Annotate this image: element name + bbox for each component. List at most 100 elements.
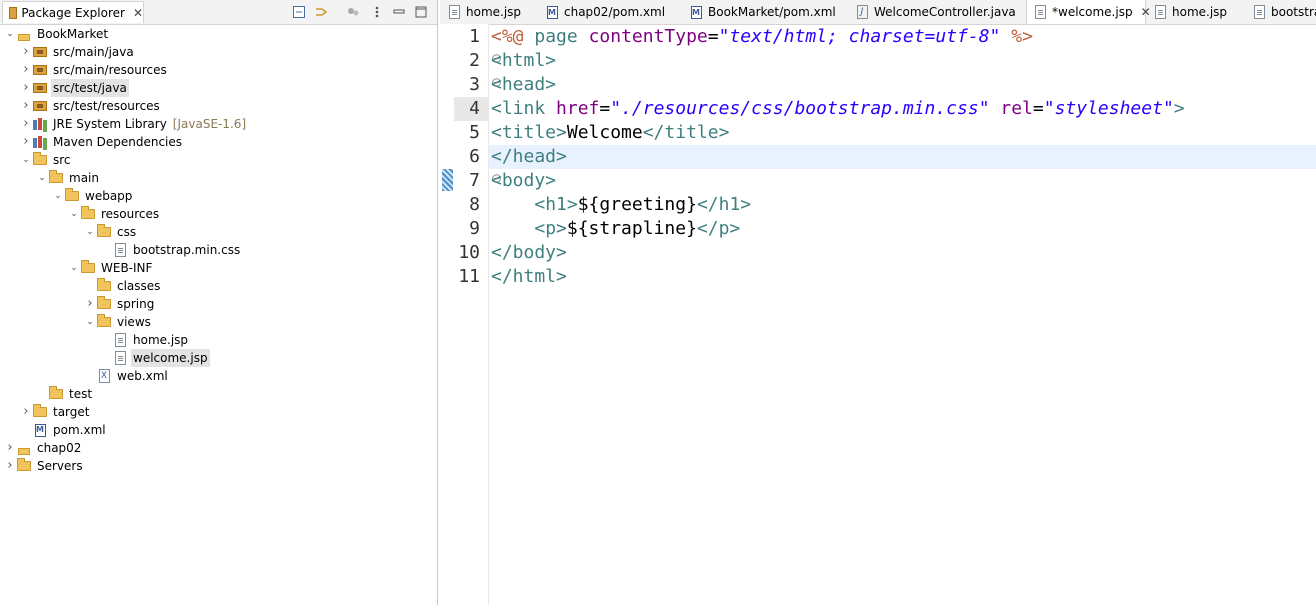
tree-item[interactable]: › JRE System Library [JavaSE-1.6] bbox=[20, 115, 246, 133]
code-line[interactable]: <%@ page contentType="text/html; charset… bbox=[489, 25, 1316, 49]
tree-item[interactable]: ⌄ WEB-INF bbox=[68, 259, 154, 277]
tree-item[interactable]: ⌄ webapp bbox=[52, 187, 134, 205]
code-line[interactable]: </head> bbox=[489, 145, 1316, 169]
chevron-right-icon[interactable]: › bbox=[20, 79, 32, 97]
chevron-right-icon[interactable]: › bbox=[20, 115, 32, 133]
editor-tab[interactable]: M BookMarket/pom.xml bbox=[682, 0, 848, 24]
editor-tab[interactable]: *welcome.jsp ✕ bbox=[1026, 0, 1151, 24]
chevron-right-icon[interactable]: › bbox=[4, 457, 16, 475]
code-token: <p> bbox=[534, 218, 567, 239]
editor-tab[interactable]: home.jsp bbox=[1146, 0, 1246, 24]
tree-item[interactable]: ⌄ main bbox=[36, 169, 101, 187]
tree-item[interactable]: › Maven Dependencies bbox=[20, 133, 184, 151]
tree-item[interactable]: Mpom.xml bbox=[20, 421, 108, 439]
package-explorer-tab[interactable]: Package Explorer ✕ bbox=[2, 1, 144, 23]
tree-item[interactable]: › chap02 bbox=[4, 439, 83, 457]
editor-tab[interactable]: Mchap02/pom.xml bbox=[538, 0, 682, 24]
tree-item[interactable]: ⌄ resources bbox=[68, 205, 161, 223]
chevron-down-icon[interactable]: ⌄ bbox=[36, 169, 48, 187]
chevron-right-icon[interactable]: › bbox=[4, 439, 16, 457]
tree-item-label: resources bbox=[101, 207, 160, 221]
code-line[interactable]: <body> bbox=[489, 169, 1316, 193]
tree-item[interactable]: classes bbox=[84, 277, 162, 295]
package-folder-icon bbox=[32, 80, 48, 96]
tree-item-label: target bbox=[53, 405, 90, 419]
code-token: <title> bbox=[491, 122, 567, 143]
tree-item-label: web.xml bbox=[117, 369, 168, 383]
maximize-icon[interactable] bbox=[413, 4, 429, 20]
code-token: page bbox=[534, 26, 578, 47]
tree-item[interactable]: ⌄ css bbox=[84, 223, 138, 241]
tree-item[interactable]: › src/test/java bbox=[20, 79, 129, 97]
tree-item[interactable]: › target bbox=[20, 403, 92, 421]
chevron-down-icon[interactable]: ⌄ bbox=[20, 151, 32, 169]
folder-icon bbox=[64, 188, 80, 204]
view-menu-icon[interactable] bbox=[369, 4, 385, 20]
chevron-down-icon[interactable]: ⌄ bbox=[84, 223, 96, 241]
editor-tab-label: chap02/pom.xml bbox=[564, 5, 666, 19]
chevron-right-icon[interactable]: › bbox=[20, 403, 32, 421]
chevron-right-icon[interactable]: › bbox=[20, 133, 32, 151]
line-number: 5 bbox=[469, 122, 480, 143]
folder-icon bbox=[96, 296, 112, 312]
tree-item-label: WEB-INF bbox=[101, 261, 153, 275]
code-line[interactable]: <h1>${greeting}</h1> bbox=[489, 193, 1316, 217]
tree-item[interactable]: › spring bbox=[84, 295, 156, 313]
folder-icon bbox=[32, 404, 48, 420]
package-folder-icon bbox=[32, 44, 48, 60]
tree-item[interactable]: › src/main/java bbox=[20, 43, 136, 61]
chevron-down-icon[interactable]: ⌄ bbox=[68, 259, 80, 277]
filter-icon[interactable] bbox=[345, 4, 361, 20]
chevron-down-icon[interactable]: ⌄ bbox=[52, 187, 64, 205]
editor-tab-label: BookMarket/pom.xml bbox=[708, 5, 836, 19]
collapse-all-icon[interactable] bbox=[291, 4, 307, 20]
line-number-gutter: 1 2 3 4 5 6 7 8 9 10 11 bbox=[454, 24, 501, 605]
chevron-right-icon[interactable]: › bbox=[20, 97, 32, 115]
tree-item[interactable]: ⌄ src bbox=[20, 151, 73, 169]
tree-item[interactable]: bootstrap.min.css bbox=[100, 241, 242, 259]
tree-item[interactable]: home.jsp bbox=[100, 331, 190, 349]
code-line[interactable]: </body> bbox=[489, 241, 1316, 265]
file-icon bbox=[112, 242, 128, 258]
minimize-icon[interactable] bbox=[391, 4, 407, 20]
chevron-down-icon[interactable]: ⌄ bbox=[84, 313, 96, 331]
tree-item[interactable]: ⌄ views bbox=[84, 313, 153, 331]
link-with-editor-icon[interactable] bbox=[313, 4, 329, 20]
code-text-area[interactable]: <%@ page contentType="text/html; charset… bbox=[489, 24, 1316, 605]
code-line[interactable]: <link href="./resources/css/bootstrap.mi… bbox=[489, 97, 1316, 121]
editor-tab[interactable]: J WelcomeController.java bbox=[848, 0, 1026, 24]
tree-item[interactable]: test bbox=[36, 385, 94, 403]
editor-tab[interactable]: bootstrap bbox=[1246, 0, 1316, 24]
tree-item[interactable]: › Servers bbox=[4, 457, 85, 475]
chevron-right-icon[interactable]: › bbox=[20, 43, 32, 61]
tree-item-label: webapp bbox=[85, 189, 133, 203]
code-line[interactable]: </html> bbox=[489, 265, 1316, 289]
code-line[interactable]: <head> bbox=[489, 73, 1316, 97]
code-line[interactable]: <html> bbox=[489, 49, 1316, 73]
file-icon bbox=[448, 5, 460, 19]
folder-icon bbox=[80, 260, 96, 276]
line-number: 7 bbox=[469, 170, 480, 191]
tree-item[interactable]: ⌄ BookMarket bbox=[4, 25, 110, 43]
code-token: <%@ bbox=[491, 26, 524, 47]
code-token: ${greeting} bbox=[577, 194, 697, 215]
file-icon bbox=[112, 332, 128, 348]
code-line[interactable]: <title>Welcome</title> bbox=[489, 121, 1316, 145]
tree-item[interactable]: Xweb.xml bbox=[84, 367, 170, 385]
folder-icon bbox=[48, 386, 64, 402]
tree-item[interactable]: › src/test/resources bbox=[20, 97, 162, 115]
tree-item[interactable]: › src/main/resources bbox=[20, 61, 169, 79]
tree-item[interactable]: welcome.jsp bbox=[100, 349, 210, 367]
folder-icon bbox=[48, 170, 64, 186]
folder-icon bbox=[80, 206, 96, 222]
chevron-down-icon[interactable]: ⌄ bbox=[4, 25, 16, 43]
chevron-down-icon[interactable]: ⌄ bbox=[68, 205, 80, 223]
chevron-right-icon[interactable]: › bbox=[20, 61, 32, 79]
editor-tab[interactable]: home.jsp bbox=[440, 0, 538, 24]
code-line[interactable]: <p>${strapline}</p> bbox=[489, 217, 1316, 241]
chevron-right-icon[interactable]: › bbox=[84, 295, 96, 313]
close-icon[interactable]: ✕ bbox=[133, 7, 143, 19]
